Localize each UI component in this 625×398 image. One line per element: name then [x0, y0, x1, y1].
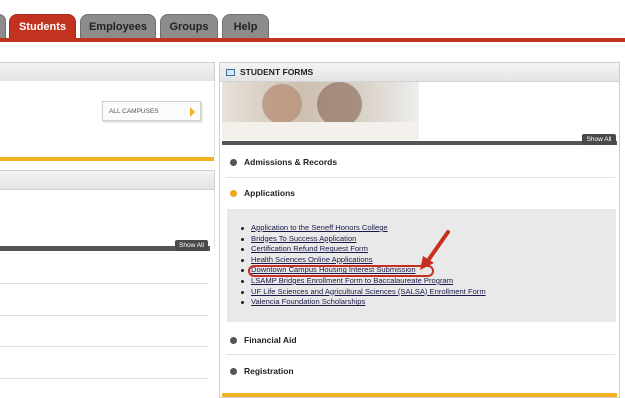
annotation-highlight-oval	[248, 265, 434, 277]
link-valencia-foundation[interactable]: Valencia Foundation Scholarships	[241, 297, 486, 308]
tab-partial[interactable]	[0, 14, 6, 38]
section-label: Applications	[244, 188, 296, 198]
section-financial-aid[interactable]: Financial Aid	[230, 335, 297, 345]
applications-list-box: Application to the Seneff Honors College…	[227, 209, 616, 322]
campus-select-label: ALL CAMPUSES	[109, 107, 159, 115]
left-row-divider	[0, 378, 208, 379]
top-nav: Students Employees Groups Help	[0, 0, 625, 42]
link-lsamp-bridges[interactable]: LSAMP Bridges Enrollment Form to Baccala…	[241, 276, 486, 287]
section-registration[interactable]: Registration	[230, 366, 294, 376]
banner-dark-bar	[222, 141, 617, 145]
left-panel-header	[0, 62, 215, 82]
collapse-icon	[230, 189, 237, 197]
students-studying-photo	[222, 82, 419, 140]
student-forms-header: STUDENT FORMS	[220, 63, 619, 82]
student-forms-title: STUDENT FORMS	[240, 67, 314, 77]
section-label: Registration	[244, 366, 294, 376]
show-all-button[interactable]: Show All	[582, 134, 616, 145]
tab-help[interactable]: Help	[222, 14, 269, 38]
section-label: Admissions & Records	[244, 157, 338, 167]
section-divider	[226, 177, 615, 178]
tab-groups[interactable]: Groups	[160, 14, 218, 38]
section-admissions-records[interactable]: Admissions & Records	[230, 157, 337, 167]
tab-employees[interactable]: Employees	[80, 14, 156, 38]
link-uf-salsa[interactable]: UF Life Sciences and Agricultural Scienc…	[241, 287, 486, 298]
gold-divider-right	[222, 393, 617, 397]
expand-icon	[230, 367, 237, 375]
form-icon	[226, 68, 235, 76]
section-label: Financial Aid	[244, 335, 297, 345]
expand-icon	[230, 336, 237, 344]
banner-background	[419, 82, 619, 140]
tab-students[interactable]: Students	[9, 14, 76, 38]
student-forms-panel: STUDENT FORMS Show All Admissions & Reco…	[219, 62, 620, 398]
campus-select[interactable]: ALL CAMPUSES	[102, 101, 201, 121]
left-row-divider	[0, 315, 208, 316]
chevron-right-icon	[190, 107, 195, 117]
expand-icon	[230, 158, 237, 166]
annotation-arrow-icon	[420, 230, 450, 270]
left-row-divider	[0, 283, 208, 284]
nav-underline	[0, 38, 625, 42]
gold-divider	[0, 157, 214, 161]
show-all-button-left[interactable]: Show All	[175, 240, 208, 251]
section-divider	[226, 354, 615, 355]
section-applications[interactable]: Applications	[230, 188, 295, 198]
left-panel-header-2	[0, 170, 215, 190]
left-row-divider	[0, 346, 208, 347]
